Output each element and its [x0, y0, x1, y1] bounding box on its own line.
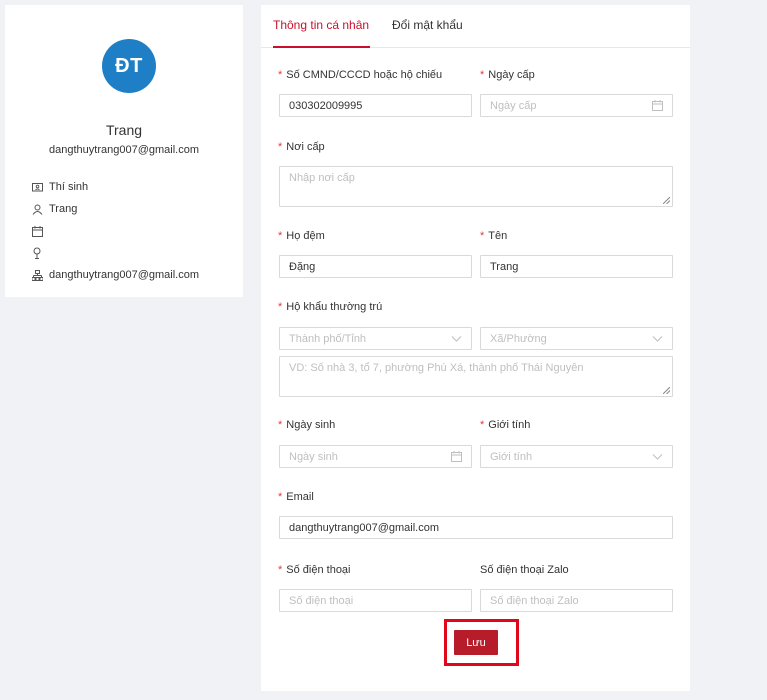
profile-name: Trang [105, 122, 143, 138]
info-name-text: Trang [49, 203, 78, 215]
active-tab-indicator [273, 46, 370, 48]
middle-name-value: Đặng [289, 261, 316, 273]
avatar: ĐT [102, 39, 156, 93]
resize-grip-icon[interactable] [663, 197, 670, 204]
sitemap-icon [32, 269, 49, 281]
info-row-birthdate [32, 220, 237, 242]
email-input[interactable]: dangthuytrang007@gmail.com [279, 516, 673, 539]
residence-label: Hộ khẩu thường trú [278, 301, 382, 313]
email-value: dangthuytrang007@gmail.com [289, 522, 439, 534]
id-card-icon [32, 182, 49, 192]
info-role-text: Thí sinh [49, 181, 89, 193]
phone-label: Số điện thoại [278, 564, 350, 576]
info-email-text: dangthuytrang007@gmail.com [49, 269, 199, 281]
issue-date-placeholder: Ngày cấp [490, 100, 537, 112]
info-row-name: Trang [32, 198, 237, 220]
first-name-label: Tên [480, 230, 507, 242]
tab-change-password[interactable]: Đổi mật khẩu [392, 18, 463, 32]
location-pin-icon [32, 247, 49, 259]
info-row-role: Thí sinh [32, 176, 237, 198]
save-button[interactable]: Lưu [454, 630, 498, 655]
profile-email: dangthuytrang007@gmail.com [49, 144, 199, 156]
zalo-phone-label: Số điện thoại Zalo [480, 564, 569, 576]
gender-placeholder: Giới tính [490, 451, 533, 463]
issue-date-picker[interactable]: Ngày cấp [480, 94, 673, 117]
middle-name-label: Họ đệm [278, 230, 325, 242]
phone-input[interactable]: Số điện thoại [279, 589, 472, 612]
calendar-icon [652, 100, 663, 111]
phone-placeholder: Số điện thoại [289, 595, 354, 607]
zalo-phone-input[interactable]: Số điện thoại Zalo [480, 589, 673, 612]
first-name-input[interactable]: Trang [480, 255, 673, 278]
birth-date-label: Ngày sinh [278, 419, 335, 431]
ward-select[interactable]: Xã/Phường [480, 327, 673, 350]
user-icon [32, 204, 49, 215]
gender-label: Giới tính [480, 419, 530, 431]
address-placeholder: VD: Số nhà 3, tổ 7, phường Phú Xá, thành… [289, 362, 584, 374]
issue-place-textarea[interactable]: Nhập nơi cấp [279, 166, 673, 207]
birth-date-placeholder: Ngày sinh [289, 451, 338, 463]
issue-place-placeholder: Nhập nơi cấp [289, 172, 355, 184]
chevron-down-icon [652, 333, 663, 344]
info-row-location [32, 242, 237, 264]
calendar-icon [32, 225, 49, 237]
first-name-value: Trang [490, 261, 519, 273]
ward-placeholder: Xã/Phường [490, 333, 547, 345]
resize-grip-icon[interactable] [663, 387, 670, 394]
chevron-down-icon [652, 451, 663, 462]
gender-select[interactable]: Giới tính [480, 445, 673, 468]
profile-card: ĐT Trang dangthuytrang007@gmail.com Thí … [5, 5, 243, 297]
middle-name-input[interactable]: Đặng [279, 255, 472, 278]
tab-bar: Thông tin cá nhân Đổi mật khẩu [261, 5, 690, 48]
issue-place-label: Nơi cấp [278, 141, 324, 153]
tab-personal-info[interactable]: Thông tin cá nhân [273, 18, 369, 32]
info-row-email: dangthuytrang007@gmail.com [32, 264, 237, 286]
birth-date-picker[interactable]: Ngày sinh [279, 445, 472, 468]
address-textarea[interactable]: VD: Số nhà 3, tổ 7, phường Phú Xá, thành… [279, 356, 673, 397]
email-label: Email [278, 491, 314, 503]
province-placeholder: Thành phố/Tỉnh [289, 333, 367, 345]
profile-info-list: Thí sinh Trang dangthuytrang007@gmail.co… [32, 176, 237, 286]
issue-date-label: Ngày cấp [480, 69, 534, 81]
chevron-down-icon [451, 333, 462, 344]
calendar-icon [451, 451, 462, 462]
id-number-value: 030302009995 [289, 100, 363, 112]
province-select[interactable]: Thành phố/Tỉnh [279, 327, 472, 350]
id-number-input[interactable]: 030302009995 [279, 94, 472, 117]
id-number-label: Số CMND/CCCD hoặc hộ chiếu [278, 69, 442, 81]
zalo-phone-placeholder: Số điện thoại Zalo [490, 595, 579, 607]
